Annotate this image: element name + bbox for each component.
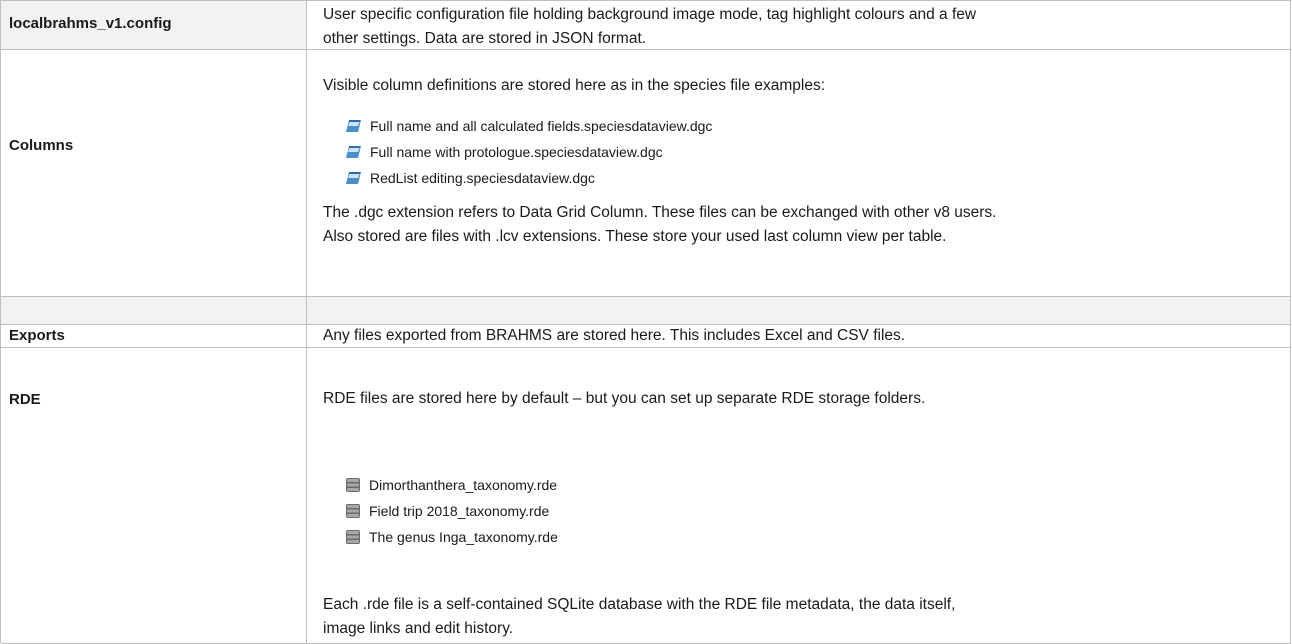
row-key: RDE <box>9 391 41 408</box>
description-line: User specific configuration file holding… <box>323 6 977 23</box>
description-line: Any files exported from BRAHMS are store… <box>323 327 906 344</box>
row-key: Exports <box>9 327 65 344</box>
table-row: RDE RDE files are stored here by default… <box>1 348 1291 644</box>
empty-cell <box>307 297 1291 325</box>
file-list-item: Field trip 2018_taxonomy.rde <box>345 503 549 519</box>
file-name: Full name and all calculated fields.spec… <box>370 118 713 134</box>
table-row: localbrahms_v1.config User specific conf… <box>1 1 1291 50</box>
table-row: Exports Any files exported from BRAHMS a… <box>1 325 1291 348</box>
file-list-item: Full name with protologue.speciesdatavie… <box>345 144 663 160</box>
key-cell: Exports <box>1 325 307 348</box>
file-list-item: Full name and all calculated fields.spec… <box>345 118 712 134</box>
dgc-file-icon <box>345 171 362 185</box>
database-icon <box>345 529 361 545</box>
file-name: Full name with protologue.speciesdatavie… <box>370 144 663 160</box>
description-line: image links and edit history. <box>323 620 514 637</box>
description-line: RDE files are stored here by default – b… <box>323 390 926 407</box>
dgc-file-icon <box>345 145 362 159</box>
table-row: Columns Visible column definitions are s… <box>1 50 1291 297</box>
file-name: The genus Inga_taxonomy.rde <box>369 529 558 545</box>
file-name: Field trip 2018_taxonomy.rde <box>369 503 550 519</box>
info-table: localbrahms_v1.config User specific conf… <box>0 0 1291 644</box>
description-line: The .dgc extension refers to Data Grid C… <box>323 204 997 221</box>
database-icon <box>345 477 361 493</box>
description-cell: Any files exported from BRAHMS are store… <box>307 325 1291 348</box>
key-cell: Columns <box>1 50 307 297</box>
key-cell: RDE <box>1 348 307 644</box>
description-line: Also stored are files with .lcv extensio… <box>323 228 947 245</box>
dgc-file-icon <box>345 119 362 133</box>
file-name: Dimorthanthera_taxonomy.rde <box>369 477 558 493</box>
file-list-item: The genus Inga_taxonomy.rde <box>345 529 558 545</box>
table-row-spacer <box>1 297 1291 325</box>
file-name: RedList editing.speciesdataview.dgc <box>370 170 595 186</box>
empty-cell <box>1 297 307 325</box>
row-key: Columns <box>9 137 74 154</box>
database-icon <box>345 503 361 519</box>
description-cell: User specific configuration file holding… <box>307 1 1291 50</box>
description-cell: RDE files are stored here by default – b… <box>307 348 1291 644</box>
description-line: Each .rde file is a self-contained SQLit… <box>323 596 956 613</box>
file-list-item: RedList editing.speciesdataview.dgc <box>345 170 595 186</box>
row-key: localbrahms_v1.config <box>9 15 172 32</box>
description-line: Visible column definitions are stored he… <box>323 77 826 94</box>
description-cell: Visible column definitions are stored he… <box>307 50 1291 297</box>
description-line: other settings. Data are stored in JSON … <box>323 30 647 47</box>
file-list-item: Dimorthanthera_taxonomy.rde <box>345 477 557 493</box>
key-cell: localbrahms_v1.config <box>1 1 307 50</box>
